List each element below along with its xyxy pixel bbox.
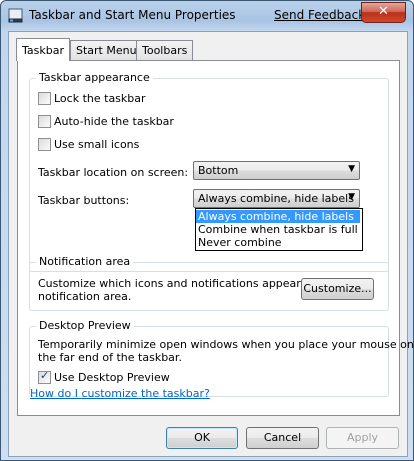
notification-text-line2: notification area. <box>38 290 132 303</box>
dropdown-option[interactable]: Never combine <box>196 236 360 249</box>
preview-text-line2: the far end of the taskbar. <box>38 351 182 364</box>
tab-taskbar[interactable]: Taskbar <box>16 38 70 61</box>
checkmark-icon: ✓ <box>40 369 50 382</box>
send-feedback-link[interactable]: Send Feedback <box>274 8 365 22</box>
window-title: Taskbar and Start Menu Properties <box>29 8 236 22</box>
checkbox-box[interactable]: ✓ <box>38 369 51 384</box>
cancel-button[interactable]: Cancel <box>246 427 319 449</box>
group-title: Taskbar appearance <box>36 71 153 84</box>
dropdown-option[interactable]: Combine when taskbar is full <box>196 223 360 236</box>
title-bar[interactable]: Taskbar and Start Menu Properties Send F… <box>1 1 413 31</box>
checkbox-box[interactable] <box>38 138 51 151</box>
dropdown-option[interactable]: Always combine, hide labels <box>196 210 360 223</box>
chevron-down-icon: ▼ <box>348 164 355 174</box>
tab-label: Start Menu <box>76 44 137 57</box>
ok-button[interactable]: OK <box>166 427 238 449</box>
apply-button[interactable]: Apply <box>326 427 399 449</box>
checkbox-label: Use Desktop Preview <box>54 371 170 384</box>
location-select[interactable]: Bottom ▼ <box>193 161 360 180</box>
notification-area-group: Notification area Customize which icons … <box>29 255 389 311</box>
customize-button[interactable]: Customize... <box>301 278 374 300</box>
notification-text-line1: Customize which icons and notifications … <box>38 277 336 290</box>
select-value: Bottom <box>198 164 239 177</box>
buttons-label: Taskbar buttons: <box>38 194 130 207</box>
tab-toolbars[interactable]: Toolbars <box>136 40 194 60</box>
checkbox-box[interactable] <box>38 92 51 105</box>
taskbar-buttons-dropdown-list: Always combine, hide labels Combine when… <box>195 208 363 251</box>
checkbox-label: Use small icons <box>54 138 140 151</box>
properties-window: Taskbar and Start Menu Properties Send F… <box>0 0 414 461</box>
tab-start-menu[interactable]: Start Menu <box>70 40 143 60</box>
checkbox-label: Lock the taskbar <box>54 92 146 105</box>
preview-text-line1: Temporarily minimize open windows when y… <box>38 338 414 351</box>
close-button[interactable]: ✕ <box>361 2 406 23</box>
checkbox-label: Auto-hide the taskbar <box>54 115 174 128</box>
tab-label: Taskbar <box>22 44 64 57</box>
group-title: Desktop Preview <box>36 319 134 332</box>
taskbar-buttons-select[interactable]: Always combine, hide labels ▼ <box>193 189 360 208</box>
location-label: Taskbar location on screen: <box>38 166 189 179</box>
group-title: Notification area <box>36 255 134 268</box>
chevron-down-icon: ▼ <box>348 192 355 202</box>
select-value: Always combine, hide labels <box>198 192 354 205</box>
tab-label: Toolbars <box>142 44 188 57</box>
help-link[interactable]: How do I customize the taskbar? <box>30 387 210 400</box>
close-icon: ✕ <box>378 4 389 19</box>
checkbox-box[interactable] <box>38 115 51 128</box>
taskbar-app-icon <box>8 8 23 23</box>
